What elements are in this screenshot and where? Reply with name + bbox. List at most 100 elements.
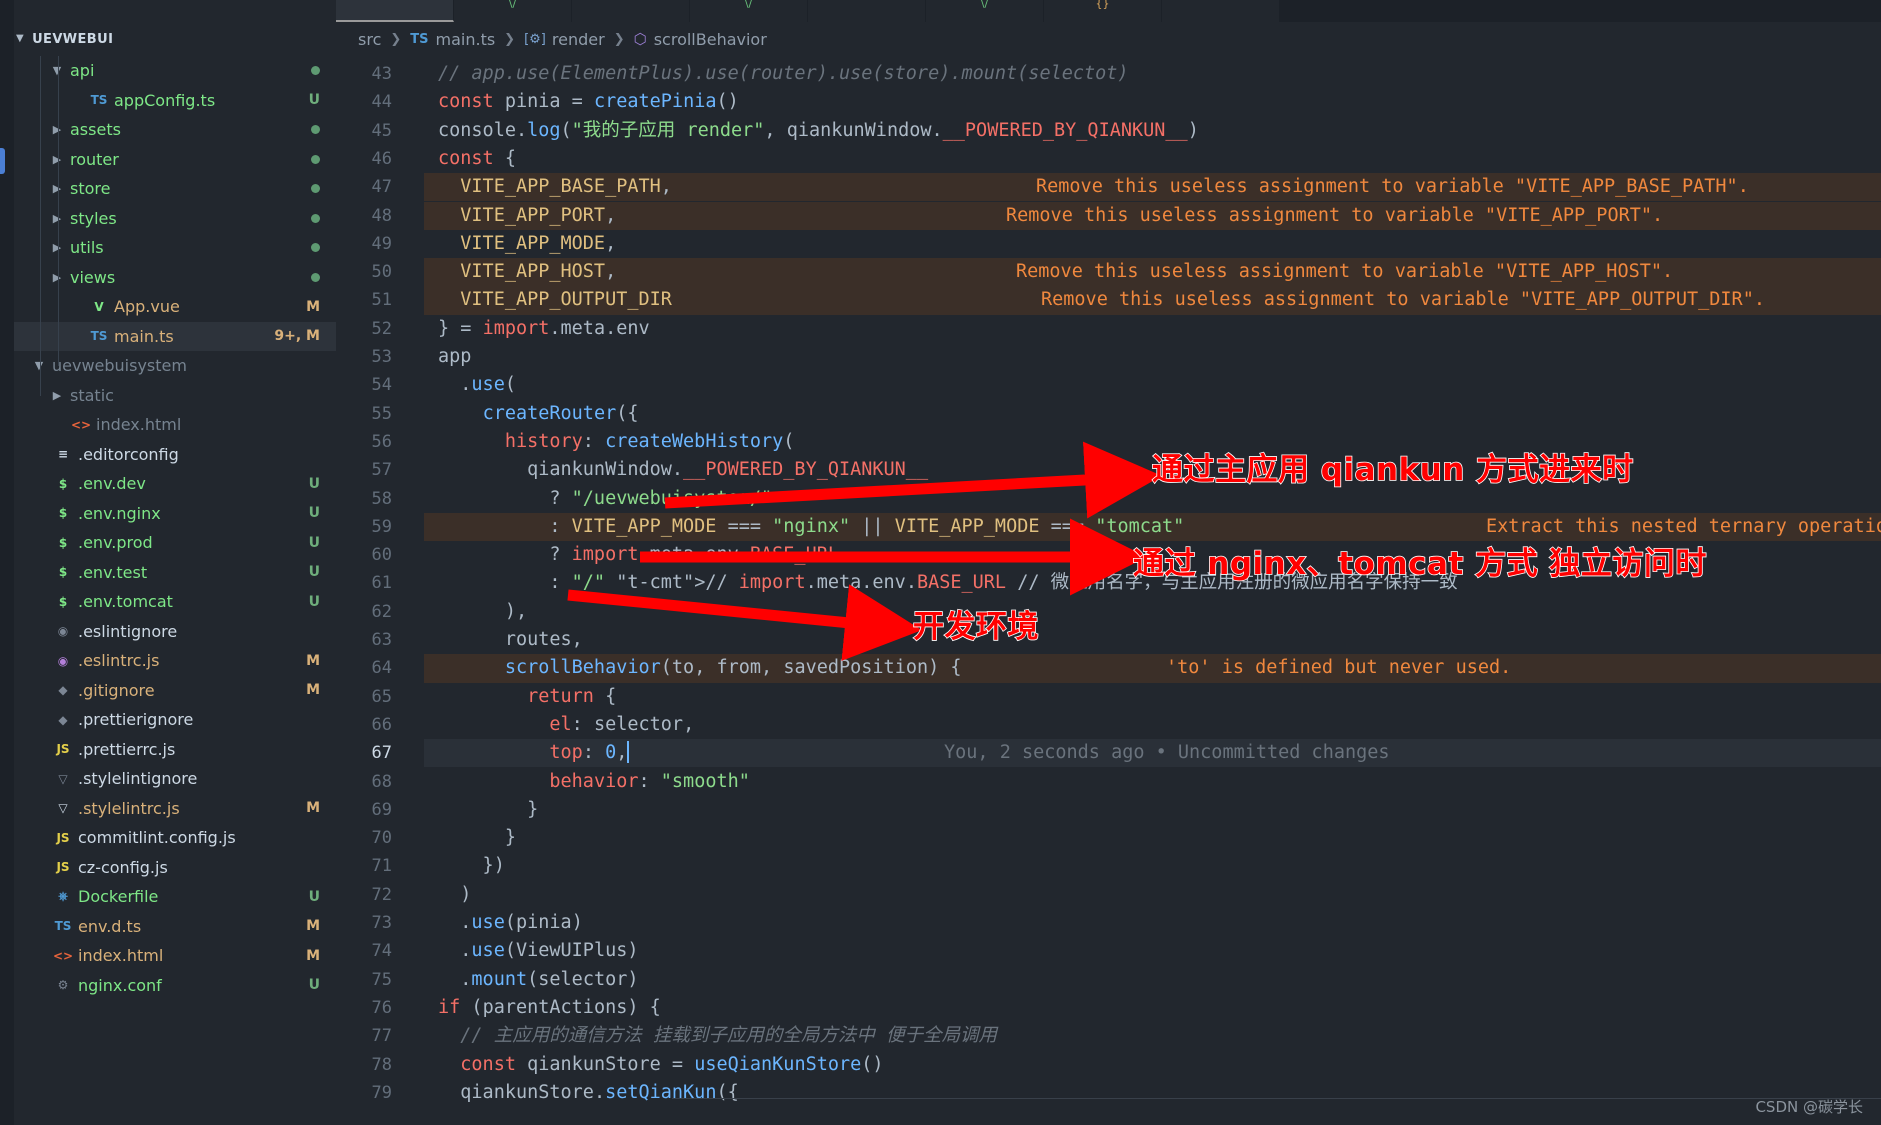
editor-tab-8[interactable]	[1162, 0, 1280, 22]
code-line[interactable]: routes,	[438, 626, 583, 654]
chevron-right-icon[interactable]: ▶	[48, 212, 66, 225]
line-number[interactable]: 78	[372, 1051, 392, 1079]
tree-item-main-ts[interactable]: TS main.ts 9+, M	[0, 321, 336, 351]
tree-item-router[interactable]: ▶ router	[0, 145, 336, 175]
line-number[interactable]: 69	[372, 796, 392, 824]
line-number[interactable]: 79	[372, 1079, 392, 1107]
chevron-right-icon[interactable]: ▶	[48, 123, 66, 136]
code-line[interactable]: }	[438, 796, 538, 824]
line-number[interactable]: 45	[372, 117, 392, 145]
tree-item-cz-config-js[interactable]: JS cz-config.js	[0, 853, 336, 883]
tree-item-env-d-ts[interactable]: TS env.d.ts M	[0, 912, 336, 942]
editor-tab-4[interactable]: \/	[690, 0, 808, 22]
code-line[interactable]: VITE_APP_PORT,	[438, 202, 616, 230]
tree-item-static[interactable]: ▶ static	[0, 381, 336, 411]
code-line[interactable]: ? import.meta.env.BASE_URL	[438, 541, 839, 569]
code-viewport[interactable]: 43 44 45 46 47 48 49 50 51 52 53 54 55 56 57 58 59 60 61 62…	[336, 56, 1881, 1125]
tree-item-env-dev[interactable]: $ .env.dev U	[0, 469, 336, 499]
tree-item-index-html[interactable]: <> index.html	[0, 410, 336, 440]
line-number[interactable]: 62	[372, 598, 392, 626]
folding-decoration-strip[interactable]	[408, 56, 424, 1125]
editor-tab-active[interactable]	[336, 0, 454, 22]
line-number[interactable]: 76	[372, 994, 392, 1022]
chevron-down-icon[interactable]: ▼	[48, 64, 66, 77]
line-number[interactable]: 63	[372, 626, 392, 654]
breadcrumb-symbol[interactable]: ⬡ scrollBehavior	[634, 30, 767, 49]
code-line[interactable]: VITE_APP_BASE_PATH,	[438, 173, 672, 201]
line-number[interactable]: 77	[372, 1022, 392, 1050]
code-line[interactable]: // app.use(ElementPlus).use(router).use(…	[438, 60, 1129, 88]
tree-item-assets[interactable]: ▶ assets	[0, 115, 336, 145]
line-number-gutter[interactable]: 43 44 45 46 47 48 49 50 51 52 53 54 55 56 57 58 59 60 61 62…	[336, 56, 408, 1125]
breadcrumb-src[interactable]: src	[358, 30, 381, 49]
tree-item-app-vue[interactable]: V App.vue M	[0, 292, 336, 322]
code-line[interactable]: el: selector,	[438, 711, 694, 739]
tree-item-env-tomcat[interactable]: $ .env.tomcat U	[0, 587, 336, 617]
code-line[interactable]: } = import.meta.env	[438, 315, 650, 343]
line-number[interactable]: 49	[372, 230, 392, 258]
tree-item-env-nginx[interactable]: $ .env.nginx U	[0, 499, 336, 529]
chevron-right-icon[interactable]: ▶	[48, 153, 66, 166]
line-number[interactable]: 72	[372, 881, 392, 909]
tree-item-api[interactable]: ▼ api	[0, 56, 336, 86]
code-line[interactable]: behavior: "smooth"	[438, 768, 750, 796]
tree-item-gitignore[interactable]: ◆ .gitignore M	[0, 676, 336, 706]
code-line[interactable]: qiankunWindow.__POWERED_BY_QIANKUN__	[438, 456, 928, 484]
line-number[interactable]: 67	[372, 739, 392, 767]
line-number[interactable]: 50	[372, 258, 392, 286]
code-line[interactable]: qiankunStore.setQianKun({	[438, 1079, 738, 1107]
chevron-down-icon[interactable]: ▼	[30, 359, 48, 372]
code-line[interactable]: const qiankunStore = useQianKunStore()	[438, 1051, 883, 1079]
code-line[interactable]: ? "/uevwebuisystem/"	[438, 485, 772, 513]
line-number[interactable]: 70	[372, 824, 392, 852]
breadcrumb-method[interactable]: [⚙] render	[524, 30, 605, 49]
code-line[interactable]: VITE_APP_OUTPUT_DIR	[438, 286, 672, 314]
editor-tab-6[interactable]: \/	[926, 0, 1044, 22]
code-line[interactable]: )	[438, 881, 471, 909]
code-line[interactable]: VITE_APP_MODE,	[438, 230, 616, 258]
line-number[interactable]: 46	[372, 145, 392, 173]
source-code[interactable]: // app.use(ElementPlus).use(router).use(…	[424, 56, 1881, 1125]
tree-item-index-html[interactable]: <> index.html M	[0, 941, 336, 971]
editor-tab-5[interactable]	[808, 0, 926, 22]
tree-item-uevwebuisystem[interactable]: ▼ uevwebuisystem	[0, 351, 336, 381]
tree-item-editorconfig[interactable]: ≡ .editorconfig	[0, 440, 336, 470]
code-line[interactable]: // 主应用的通信方法 挂载到子应用的全局方法中 便于全局调用	[438, 1022, 997, 1050]
code-line[interactable]: .use(pinia)	[438, 909, 583, 937]
line-number[interactable]: 54	[372, 371, 392, 399]
line-number[interactable]: 66	[372, 711, 392, 739]
breadcrumb[interactable]: src ❯ TS main.ts ❯ [⚙] render ❯ ⬡ scroll…	[336, 22, 1881, 56]
code-line[interactable]: app	[438, 343, 471, 371]
code-line[interactable]: }	[438, 824, 516, 852]
code-line[interactable]: })	[438, 852, 505, 880]
tree-item-dockerfile[interactable]: ⎈ Dockerfile U	[0, 882, 336, 912]
line-number[interactable]: 71	[372, 852, 392, 880]
explorer-sidebar[interactable]: ▼ UEVWEBUI ▼ api TS appConfig.ts U ▶ assets ▶ ro…	[0, 22, 336, 1125]
line-number[interactable]: 55	[372, 400, 392, 428]
code-line[interactable]: : VITE_APP_MODE === "nginx" || VITE_APP_…	[438, 513, 1184, 541]
chevron-down-icon[interactable]: ▼	[16, 33, 24, 44]
line-number[interactable]: 56	[372, 428, 392, 456]
line-number[interactable]: 53	[372, 343, 392, 371]
line-number[interactable]: 51	[372, 286, 392, 314]
tree-item-env-test[interactable]: $ .env.test U	[0, 558, 336, 588]
code-line[interactable]: const pinia = createPinia()	[438, 88, 739, 116]
code-line[interactable]: .mount(selector)	[438, 966, 638, 994]
tree-item-nginx-conf[interactable]: ⚙ nginx.conf U	[0, 971, 336, 1001]
line-number[interactable]: 59	[372, 513, 392, 541]
tree-item-styles[interactable]: ▶ styles	[0, 204, 336, 234]
tree-item-prettierrc-js[interactable]: JS .prettierrc.js	[0, 735, 336, 765]
code-line[interactable]: .use(	[438, 371, 516, 399]
line-number[interactable]: 65	[372, 683, 392, 711]
editor-tab-2[interactable]: \/	[454, 0, 572, 22]
code-line[interactable]: top: 0,	[438, 739, 630, 767]
line-number[interactable]: 52	[372, 315, 392, 343]
line-number[interactable]: 74	[372, 937, 392, 965]
code-line[interactable]: if (parentActions) {	[438, 994, 661, 1022]
line-number[interactable]: 60	[372, 541, 392, 569]
editor-tab-strip[interactable]: \/ \/ \/ {}	[0, 0, 1881, 22]
editor-tab-7[interactable]: {}	[1044, 0, 1162, 22]
line-number[interactable]: 64	[372, 654, 392, 682]
line-number[interactable]: 57	[372, 456, 392, 484]
code-line[interactable]: .use(ViewUIPlus)	[438, 937, 638, 965]
